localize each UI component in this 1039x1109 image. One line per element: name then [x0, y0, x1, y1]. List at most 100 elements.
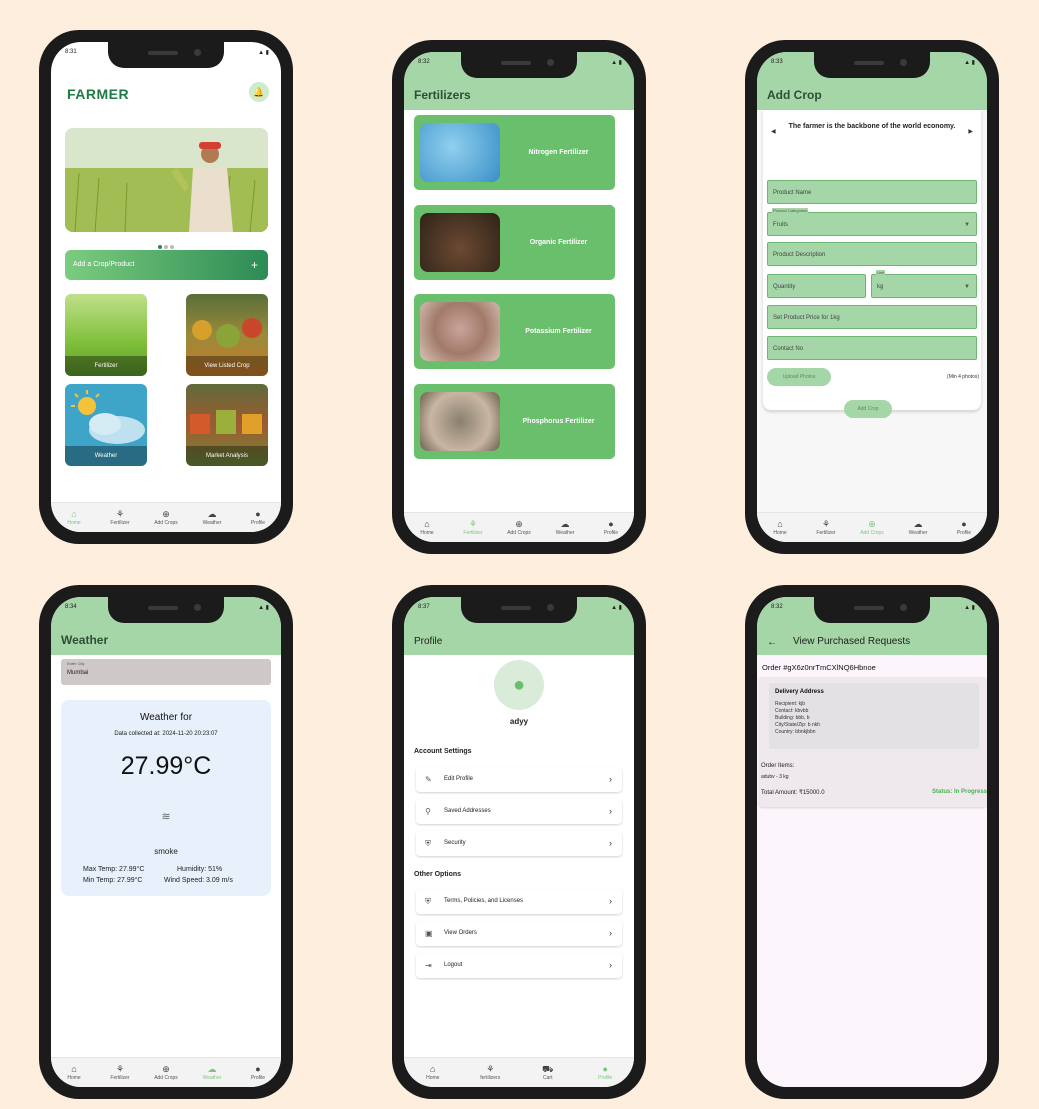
quantity-field[interactable]: Quantity — [767, 274, 866, 298]
farmer-photo — [65, 128, 268, 232]
fertilizer-card-organic[interactable]: Organic Fertilizer — [414, 205, 615, 280]
nav-home[interactable]: ⌂ Home — [54, 1064, 94, 1081]
nav-profile[interactable]: ● Profile — [585, 1064, 625, 1081]
nav-fertilizer[interactable]: ⚘ Fertilizer — [453, 519, 493, 536]
nav-weather[interactable]: ☁ Weather — [192, 509, 232, 526]
phone-fertilizers: Fertilizers 8:32 ▲ ▮ Nitrogen Fertilizer … — [392, 40, 646, 554]
product-name-field[interactable]: Product Name — [767, 180, 977, 204]
nav-home[interactable]: ⌂ Home — [413, 1064, 453, 1081]
home-screen: 8:31 ▲ ▮ FARMER 🔔 Add a Crop/Product + Fe… — [51, 42, 281, 532]
avatar-person-icon[interactable]: ● — [494, 660, 544, 710]
nav-home[interactable]: ⌂ Home — [54, 509, 94, 526]
price-field[interactable]: Set Product Price for 1kg — [767, 305, 977, 329]
add-crop-button[interactable]: Add a Crop/Product + — [65, 250, 268, 280]
location-pin-icon: ⚲ — [425, 807, 431, 816]
nav-fertilizer[interactable]: ⚘ Fertilizer — [806, 519, 846, 536]
person-icon: ● — [961, 519, 967, 529]
dropdown-icon: ▼ — [964, 222, 970, 228]
cart-icon: ⛟ — [542, 1064, 554, 1074]
app-logo: FARMER — [67, 86, 130, 102]
next-arrow-icon[interactable]: ▶ — [968, 128, 973, 135]
category-select[interactable]: Product Categories Fruits ▼ — [767, 208, 977, 236]
nav-profile[interactable]: ● Profile — [591, 519, 631, 536]
home-icon: ⌂ — [424, 519, 430, 529]
nav-cart[interactable]: ⛟ Cart — [528, 1064, 568, 1081]
chevron-right-icon: › — [609, 896, 612, 906]
upload-photos-button[interactable]: Upload Photos — [767, 368, 831, 386]
chevron-right-icon: › — [609, 774, 612, 784]
fertilizer-card-potassium[interactable]: Potassium Fertilizer — [414, 294, 615, 369]
hero-carousel-image[interactable] — [65, 128, 268, 232]
dropdown-icon: ▼ — [964, 284, 970, 290]
phone-home: 8:31 ▲ ▮ FARMER 🔔 Add a Crop/Product + Fe… — [39, 30, 293, 544]
tile-fertilizer[interactable]: Fertilizer — [65, 294, 147, 376]
tile-market-analysis[interactable]: Market Analysis — [186, 384, 268, 466]
phone-weather: Weather 8:34 ▲ ▮ Enter City Mumbai Weathe… — [39, 585, 293, 1099]
address-heading: Delivery Address — [775, 689, 824, 695]
add-circle-icon: ⊕ — [162, 1064, 170, 1074]
logout-icon: ⇥ — [425, 961, 432, 970]
tile-weather[interactable]: Weather — [65, 384, 147, 466]
home-icon: ⌂ — [777, 519, 783, 529]
add-circle-icon: ⊕ — [868, 519, 876, 529]
description-field[interactable]: Product Description — [767, 242, 977, 266]
nav-fertilizer[interactable]: ⚘ Fertilizer — [100, 509, 140, 526]
saved-addresses-item[interactable]: ⚲ Saved Addresses › — [416, 799, 622, 824]
terms-item[interactable]: ⛨ Terms, Policies, and Licenses › — [416, 889, 622, 914]
home-icon: ⌂ — [71, 1064, 77, 1074]
order-card[interactable]: Delivery Address Recipient: kjb Contact:… — [759, 677, 987, 807]
nav-fertilizers[interactable]: ⚘ fertilizers — [470, 1064, 510, 1081]
person-icon: ● — [602, 1064, 608, 1074]
page-title: View Purchased Requests — [793, 636, 911, 647]
bag-icon: ▣ — [425, 929, 433, 938]
contact-field[interactable]: Contact No — [767, 336, 977, 360]
nav-profile[interactable]: ● Profile — [238, 509, 278, 526]
nav-weather[interactable]: ☁ Weather — [192, 1064, 232, 1081]
tile-view-listed-crop[interactable]: View Listed Crop — [186, 294, 268, 376]
plant-icon: ⚘ — [486, 1064, 495, 1074]
chevron-right-icon: › — [609, 960, 612, 970]
bottom-nav: ⌂ Home ⚘ Fertilizer ⊕ Add Crops ☁ Weather ● P… — [757, 512, 987, 542]
nav-profile[interactable]: ● Profile — [238, 1064, 278, 1081]
nav-add-crops[interactable]: ⊕ Add Crops — [146, 509, 186, 526]
nav-fertilizer[interactable]: ⚘ Fertilizer — [100, 1064, 140, 1081]
nav-add-crops[interactable]: ⊕ Add Crops — [499, 519, 539, 536]
nav-profile[interactable]: ● Profile — [944, 519, 984, 536]
username: adyy — [509, 717, 529, 726]
city-input[interactable]: Enter City Mumbai — [61, 659, 271, 685]
nav-add-crops[interactable]: ⊕ Add Crops — [146, 1064, 186, 1081]
other-options-heading: Other Options — [414, 871, 462, 878]
nav-weather[interactable]: ☁ Weather — [545, 519, 585, 536]
nav-add-crops[interactable]: ⊕ Add Crops — [852, 519, 892, 536]
city-line: City/State/Zip: b nkh — [775, 722, 821, 728]
weather-card: Weather for Data collected at: 2024-11-2… — [61, 700, 271, 896]
weather-heading: Weather for — [139, 712, 193, 723]
order-item: adubv - 3 kg — [761, 774, 789, 780]
building-line: Building: bbb, b — [775, 715, 810, 721]
notification-bell-icon[interactable]: 🔔 — [249, 82, 269, 102]
chevron-right-icon: › — [609, 928, 612, 938]
phosphorus-image — [420, 392, 500, 451]
quote-text: The farmer is the backbone of the world … — [788, 123, 956, 130]
country-line: Country: bbnkjbbn — [775, 729, 816, 735]
recipient-line: Recipient: kjb — [775, 701, 806, 707]
add-circle-icon: ⊕ — [515, 519, 523, 529]
edit-profile-item[interactable]: ✎ Edit Profile › — [416, 767, 622, 792]
chevron-right-icon: › — [609, 838, 612, 848]
add-crop-submit-button[interactable]: Add Crop — [844, 400, 892, 418]
prev-arrow-icon[interactable]: ◀ — [771, 128, 776, 135]
collected-at: Data collected at: 2024-11-20 20:23:07 — [114, 731, 218, 737]
nav-weather[interactable]: ☁ Weather — [898, 519, 938, 536]
nav-home[interactable]: ⌂ Home — [760, 519, 800, 536]
security-item[interactable]: ⛨ Security › — [416, 831, 622, 856]
nav-home[interactable]: ⌂ Home — [407, 519, 447, 536]
fertilizer-card-nitrogen[interactable]: Nitrogen Fertilizer — [414, 115, 615, 190]
logout-item[interactable]: ⇥ Logout › — [416, 953, 622, 978]
view-orders-item[interactable]: ▣ View Orders › — [416, 921, 622, 946]
potassium-image — [420, 302, 500, 361]
back-arrow-icon[interactable]: ← — [767, 637, 777, 648]
page-title: Profile — [414, 636, 443, 647]
fertilizer-card-phosphorus[interactable]: Phosphorus Fertilizer — [414, 384, 615, 459]
cloud-icon: ☁ — [913, 519, 923, 529]
unit-select[interactable]: Unit kg ▼ — [871, 270, 977, 298]
